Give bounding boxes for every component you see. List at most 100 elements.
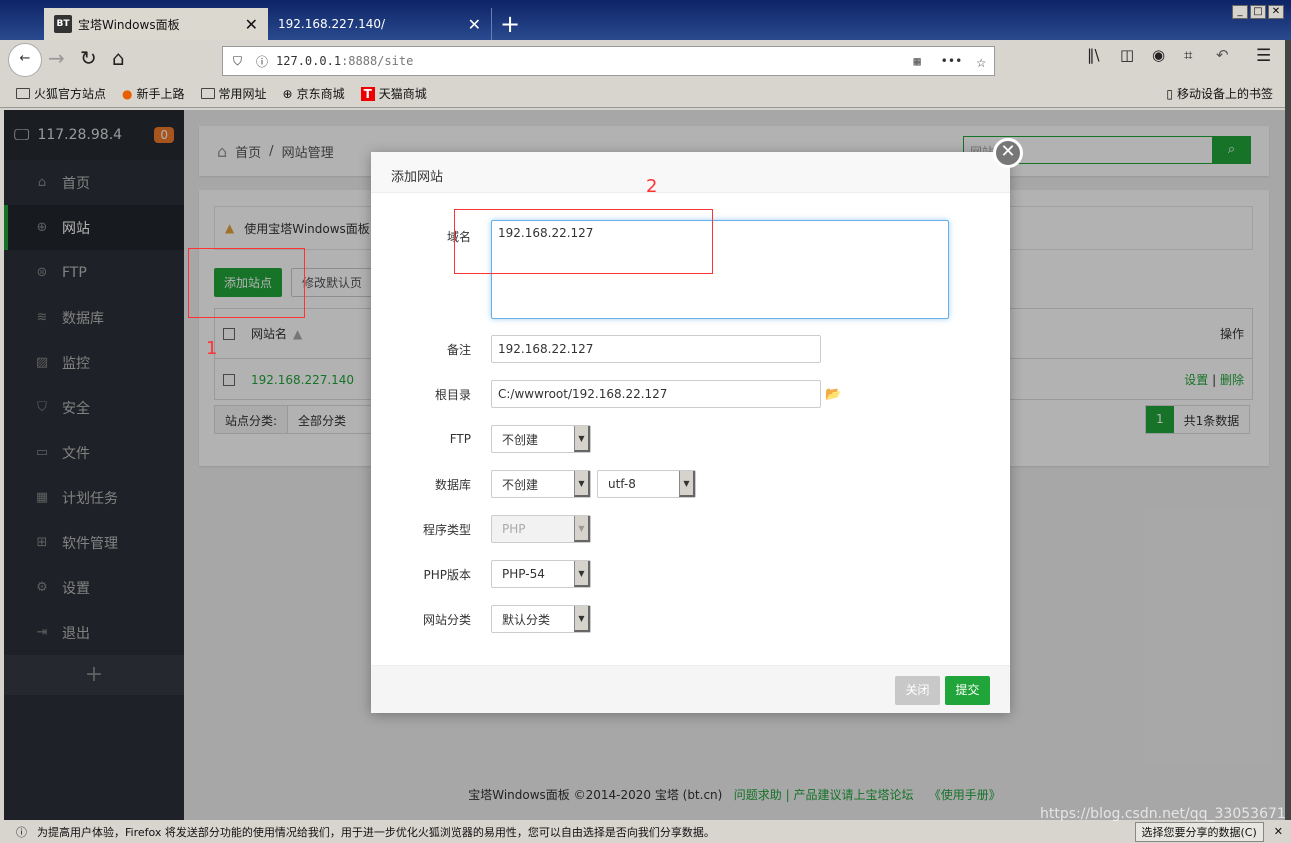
bookmark-label: 常用网址 bbox=[218, 87, 267, 101]
dropdown-arrow-icon: ▼ bbox=[574, 606, 590, 632]
info-icon: ⓘ bbox=[256, 54, 269, 69]
tab-site[interactable]: 192.168.227.140/ ✕ bbox=[268, 8, 492, 40]
dropdown-arrow-icon: ▼ bbox=[574, 426, 590, 452]
database-label: 数据库 bbox=[434, 477, 471, 492]
remark-row: 备注 192.168.22.127 bbox=[371, 335, 821, 363]
dropdown-arrow-icon: ▼ bbox=[574, 471, 590, 497]
navigation-bar: ← → ↻ ⌂ ⛉ ⓘ 127.0.0.1:8888/site ▦ ••• ☆ … bbox=[0, 40, 1291, 80]
home-button[interactable]: ⌂ bbox=[112, 46, 125, 70]
dropdown-arrow-icon: ▼ bbox=[679, 471, 695, 497]
library-icon[interactable]: ‖\ bbox=[1087, 46, 1100, 64]
ftp-label: FTP bbox=[449, 432, 471, 446]
remark-input[interactable]: 192.168.22.127 bbox=[491, 335, 821, 363]
ftp-value: 不创建 bbox=[502, 432, 539, 447]
menu-icon[interactable]: ☰ bbox=[1256, 46, 1271, 66]
question-icon: ⓘ bbox=[16, 825, 27, 839]
tab-label: 192.168.227.140/ bbox=[278, 17, 386, 31]
browser-tab-strip: BT 宝塔Windows面板 ✕ 192.168.227.140/ ✕ + _ □ ✕ bbox=[0, 0, 1291, 40]
url-host: 127.0.0.1 bbox=[276, 54, 342, 68]
charset-select[interactable]: utf-8 ▼ bbox=[597, 470, 696, 498]
remark-label: 备注 bbox=[446, 342, 471, 357]
ftp-select[interactable]: 不创建 ▼ bbox=[491, 425, 591, 453]
account-icon[interactable]: ◉ bbox=[1152, 46, 1165, 64]
category-value: 默认分类 bbox=[502, 612, 551, 627]
close-button[interactable]: 关闭 bbox=[895, 676, 940, 705]
folder-open-icon[interactable]: 📂 bbox=[825, 387, 841, 402]
notification-text: 为提高用户体验，Firefox 将发送部分功能的使用情况给我们，用于进一步优化火… bbox=[37, 825, 715, 839]
shield-icon: ⛉ bbox=[233, 53, 243, 68]
url-path: :8888/site bbox=[341, 54, 414, 68]
phone-icon: ▯ bbox=[1166, 86, 1173, 101]
type-row: 程序类型 PHP ▼ bbox=[371, 515, 591, 543]
category-row: 网站分类 默认分类 ▼ bbox=[371, 605, 591, 633]
forward-button[interactable]: → bbox=[48, 46, 65, 70]
folder-icon bbox=[16, 88, 30, 99]
root-row: 根目录 C:/wwwroot/192.168.22.127 📂 bbox=[371, 380, 841, 408]
firefox-icon: ● bbox=[122, 86, 133, 101]
type-select: PHP ▼ bbox=[491, 515, 591, 543]
close-tab-icon[interactable]: ✕ bbox=[245, 15, 258, 34]
bookmarks-bar: 火狐官方站点 ● 新手上路 常用网址 ⊕ 京东商城 T 天猫商城 ▯ 移动设备上的书签 bbox=[0, 80, 1291, 108]
php-value: PHP-54 bbox=[502, 567, 545, 581]
close-notification-icon[interactable]: ✕ bbox=[1274, 825, 1283, 838]
screenshot-icon[interactable]: ⌗ bbox=[1184, 46, 1192, 64]
url-bar[interactable]: ⛉ ⓘ 127.0.0.1:8888/site ▦ ••• ☆ bbox=[222, 46, 995, 76]
bookmark[interactable]: ⊕ 京东商城 bbox=[283, 85, 345, 102]
back-button[interactable]: ← bbox=[8, 43, 42, 77]
php-label: PHP版本 bbox=[423, 567, 472, 582]
type-value: PHP bbox=[502, 522, 526, 536]
bookmark[interactable]: ● 新手上路 bbox=[122, 85, 185, 102]
bt-logo-icon: BT bbox=[54, 15, 72, 33]
database-value: 不创建 bbox=[502, 477, 539, 492]
submit-button[interactable]: 提交 bbox=[945, 676, 990, 705]
close-tab-icon[interactable]: ✕ bbox=[468, 15, 481, 34]
bookmark-label: 移动设备上的书签 bbox=[1176, 87, 1273, 101]
annotation-number-1: 1 bbox=[206, 338, 218, 359]
bookmark-label: 新手上路 bbox=[136, 87, 185, 101]
new-tab-button[interactable]: + bbox=[500, 10, 520, 38]
star-icon[interactable]: ☆ bbox=[976, 52, 986, 71]
root-input[interactable]: C:/wwwroot/192.168.22.127 bbox=[491, 380, 821, 408]
minimize-button[interactable]: _ bbox=[1232, 5, 1248, 19]
qr-code-icon[interactable]: ▦ bbox=[913, 54, 920, 68]
reload-button[interactable]: ↻ bbox=[80, 46, 97, 70]
dialog-title: 添加网站 bbox=[371, 152, 1010, 193]
database-select[interactable]: 不创建 ▼ bbox=[491, 470, 591, 498]
bookmark[interactable]: 火狐官方站点 bbox=[16, 85, 106, 102]
category-label: 网站分类 bbox=[422, 612, 471, 627]
bookmark-label: 天猫商城 bbox=[378, 87, 427, 101]
ftp-row: FTP 不创建 ▼ bbox=[371, 425, 591, 453]
annotation-box-1 bbox=[188, 248, 305, 318]
php-row: PHP版本 PHP-54 ▼ bbox=[371, 560, 591, 588]
charset-value: utf-8 bbox=[608, 477, 636, 491]
tmall-icon: T bbox=[360, 86, 375, 101]
dialog-close-icon[interactable]: ✕ bbox=[993, 138, 1023, 168]
share-data-button[interactable]: 选择您要分享的数据(C) bbox=[1134, 821, 1264, 842]
type-label: 程序类型 bbox=[422, 522, 471, 537]
database-row: 数据库 不创建 ▼ utf-8 ▼ bbox=[371, 470, 696, 498]
annotation-box-2 bbox=[454, 209, 713, 274]
more-icon[interactable]: ••• bbox=[941, 54, 963, 68]
annotation-number-2: 2 bbox=[646, 176, 658, 197]
category-select[interactable]: 默认分类 ▼ bbox=[491, 605, 591, 633]
folder-icon bbox=[200, 88, 215, 99]
bookmark[interactable]: T 天猫商城 bbox=[360, 85, 427, 102]
maximize-button[interactable]: □ bbox=[1250, 5, 1266, 19]
window-border bbox=[1285, 40, 1291, 820]
mobile-bookmarks[interactable]: ▯ 移动设备上的书签 bbox=[1166, 85, 1273, 102]
undo-icon[interactable]: ↶ bbox=[1216, 46, 1229, 64]
bookmark-label: 火狐官方站点 bbox=[34, 87, 107, 101]
bookmark-label: 京东商城 bbox=[296, 87, 345, 101]
dropdown-arrow-icon: ▼ bbox=[574, 516, 590, 542]
tab-label: 宝塔Windows面板 bbox=[78, 17, 180, 32]
dropdown-arrow-icon: ▼ bbox=[574, 561, 590, 587]
notification-bar: ⓘ 为提高用户体验，Firefox 将发送部分功能的使用情况给我们，用于进一步优… bbox=[0, 806, 1291, 843]
tab-bt-panel[interactable]: BT 宝塔Windows面板 ✕ bbox=[44, 8, 268, 40]
bookmark[interactable]: 常用网址 bbox=[200, 85, 267, 102]
globe-icon: ⊕ bbox=[282, 86, 293, 101]
php-version-select[interactable]: PHP-54 ▼ bbox=[491, 560, 591, 588]
root-label: 根目录 bbox=[434, 387, 471, 402]
sidebar-icon[interactable]: ◫ bbox=[1120, 46, 1134, 64]
watermark: https://blog.csdn.net/qq_33053671 bbox=[1040, 806, 1286, 822]
close-window-button[interactable]: ✕ bbox=[1268, 5, 1284, 19]
